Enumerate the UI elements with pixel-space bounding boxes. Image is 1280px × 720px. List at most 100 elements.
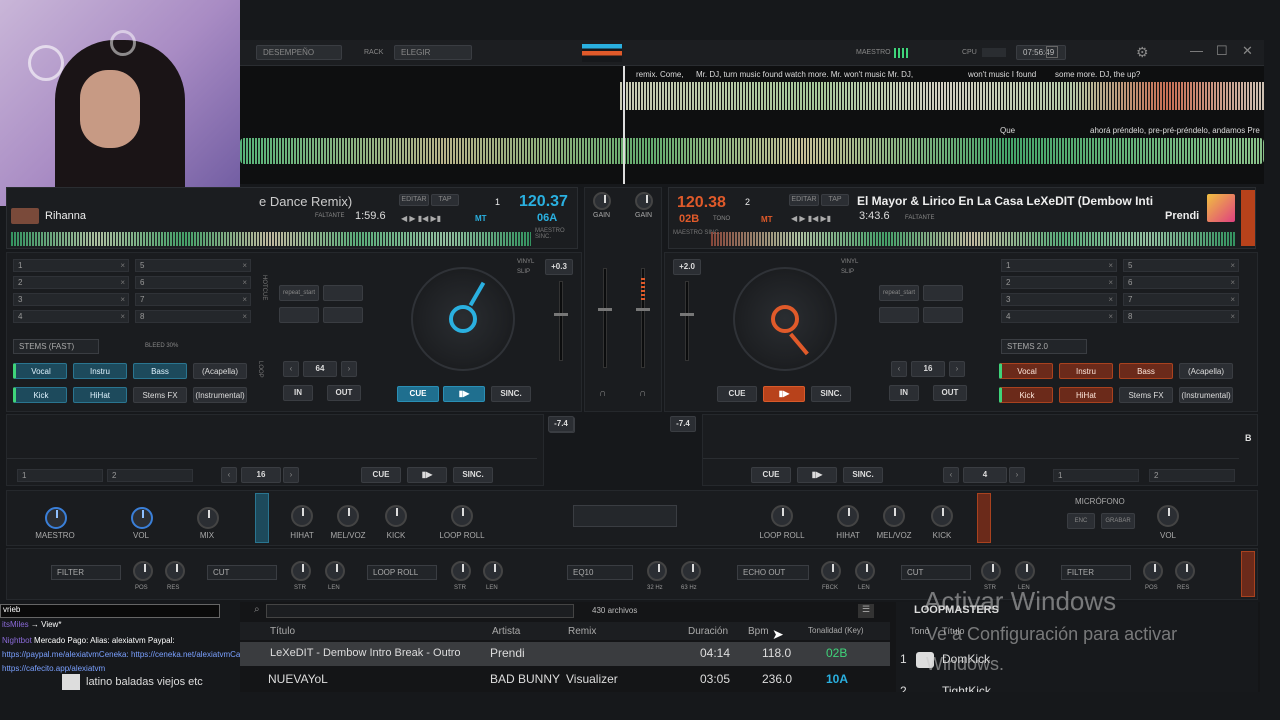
- stem-button[interactable]: Vocal: [999, 363, 1053, 379]
- enc-button[interactable]: ENC: [1067, 513, 1095, 529]
- stem-button[interactable]: HiHat: [1059, 387, 1113, 403]
- fx-left-1-dropdown[interactable]: FILTER: [51, 565, 121, 580]
- hotcue-slot[interactable]: 3 ×: [1001, 293, 1117, 306]
- fx-left-2-dropdown[interactable]: CUT: [207, 565, 277, 580]
- close-icon[interactable]: ×: [120, 294, 125, 305]
- deck2-jog-wheel[interactable]: [733, 267, 837, 371]
- col-title[interactable]: Título: [270, 626, 295, 637]
- deck1-overview-waveform[interactable]: [11, 232, 531, 246]
- hotcue-slot[interactable]: 8 ×: [135, 310, 251, 323]
- hotcue-slot[interactable]: 3 ×: [13, 293, 129, 306]
- maximize-icon[interactable]: ☐: [1216, 43, 1228, 59]
- performance-dropdown[interactable]: DESEMPEÑO: [256, 45, 342, 60]
- col-bpm[interactable]: Bpm: [748, 626, 769, 637]
- res-left-knob[interactable]: [165, 561, 185, 581]
- deck1-slip[interactable]: SLIP: [517, 269, 530, 275]
- stem-button[interactable]: Stems FX: [133, 387, 187, 403]
- deck2-loop-size[interactable]: 16: [911, 361, 945, 377]
- len-left-knob[interactable]: [325, 561, 345, 581]
- deck1-tap-button[interactable]: TAP: [431, 194, 459, 206]
- stem-button[interactable]: Instru: [73, 363, 127, 379]
- col-key[interactable]: Tonalidad (Key): [808, 626, 864, 635]
- stem-button[interactable]: HiHat: [73, 387, 127, 403]
- lower-left-play-button[interactable]: ▮▶: [407, 467, 447, 483]
- melvoz-left-knob[interactable]: [337, 505, 359, 527]
- hotcue-slot[interactable]: 2 ×: [1001, 276, 1117, 289]
- deck1-loop-next[interactable]: ›: [341, 361, 357, 377]
- lower-left-cue[interactable]: 2: [107, 469, 193, 482]
- deck2-loop-next[interactable]: ›: [949, 361, 965, 377]
- deck1-pad[interactable]: [279, 307, 319, 323]
- fx-right-3-dropdown[interactable]: FILTER: [1061, 565, 1131, 580]
- close-icon[interactable]: ×: [120, 260, 125, 271]
- close-icon[interactable]: ×: [1230, 311, 1235, 322]
- table-row[interactable]: NUEVAYoL BAD BUNNY Visualizer 03:05 236.…: [240, 668, 890, 690]
- deck2-edit-button[interactable]: EDITAR: [789, 194, 819, 206]
- deck2-play-button[interactable]: ▮▶: [763, 386, 805, 402]
- deck1-pad[interactable]: [323, 285, 363, 301]
- deck1-out-button[interactable]: OUT: [327, 385, 361, 401]
- str-right-knob[interactable]: [981, 561, 1001, 581]
- hotcue-slot[interactable]: 1 ×: [1001, 259, 1117, 272]
- lower-left-sync-button[interactable]: SINC.: [453, 467, 493, 483]
- deck2-loop-prev[interactable]: ‹: [891, 361, 907, 377]
- lower-left-loop-prev[interactable]: ‹: [221, 467, 237, 483]
- deck2-overview-waveform[interactable]: [711, 232, 1235, 246]
- loop-roll-right-knob[interactable]: [771, 505, 793, 527]
- search-input[interactable]: [266, 604, 574, 618]
- fbck-right-knob[interactable]: [821, 561, 841, 581]
- stem-button[interactable]: (Instrumental): [1179, 387, 1233, 403]
- hotcue-slot[interactable]: 4 ×: [1001, 310, 1117, 323]
- deck2-slip[interactable]: SLIP: [841, 269, 854, 275]
- table-row[interactable]: LeXeDIT - Dembow Intro Break - Outro Pre…: [240, 642, 890, 666]
- melvoz-right-knob[interactable]: [883, 505, 905, 527]
- lower-right-play-button[interactable]: ▮▶: [797, 467, 837, 483]
- deck1-pitch-fader[interactable]: [554, 281, 568, 361]
- mix-knob[interactable]: [197, 507, 219, 529]
- deck1-master-sync[interactable]: MAESTRO SINC.: [535, 228, 577, 240]
- len-right-knob[interactable]: [855, 561, 875, 581]
- deck-layout-icon[interactable]: [582, 44, 622, 62]
- deck1-jog-wheel[interactable]: [411, 267, 515, 371]
- rack-dropdown[interactable]: ELEGIR: [394, 45, 472, 60]
- eq10-dropdown[interactable]: EQ10: [567, 565, 633, 580]
- lower-left-cue-button[interactable]: CUE: [361, 467, 401, 483]
- deck1-loop-prev[interactable]: ‹: [283, 361, 299, 377]
- close-icon[interactable]: ✕: [1242, 43, 1253, 59]
- stem-button[interactable]: Kick: [999, 387, 1053, 403]
- deck2-pad[interactable]: [923, 307, 963, 323]
- deck2-pad[interactable]: [923, 285, 963, 301]
- deck2-mt[interactable]: MT: [761, 215, 773, 224]
- res-right-knob[interactable]: [1175, 561, 1195, 581]
- deck1-mt[interactable]: MT: [475, 214, 487, 223]
- deck2-vinyl[interactable]: VINYL: [841, 259, 858, 265]
- lower-left-loop-size[interactable]: 16: [241, 467, 281, 483]
- lower-right-loop-next[interactable]: ›: [1009, 467, 1025, 483]
- deck1-cue-button[interactable]: CUE: [397, 386, 439, 402]
- lower-right-cue[interactable]: 1: [1053, 469, 1139, 482]
- minimize-icon[interactable]: —: [1190, 43, 1203, 58]
- stem-button[interactable]: (Instrumental): [193, 387, 247, 403]
- fx-left-3-dropdown[interactable]: LOOP ROLL: [367, 565, 437, 580]
- chat-header-input[interactable]: vrieb: [0, 604, 220, 618]
- deck2-pad[interactable]: [879, 307, 919, 323]
- deck2-in-button[interactable]: IN: [889, 385, 919, 401]
- crossfader[interactable]: [573, 505, 677, 527]
- lower-left-loop-next[interactable]: ›: [283, 467, 299, 483]
- hihat-right-knob[interactable]: [837, 505, 859, 527]
- kick-left-knob[interactable]: [385, 505, 407, 527]
- hotcue-slot[interactable]: 7 ×: [1123, 293, 1239, 306]
- gain-right-knob[interactable]: [635, 192, 653, 210]
- chat-link[interactable]: https://cafecito.app/alexiatvm: [2, 664, 105, 673]
- fx-right-1-dropdown[interactable]: ECHO OUT: [737, 565, 809, 580]
- close-icon[interactable]: ×: [242, 277, 247, 288]
- eq-32hz-knob[interactable]: [647, 561, 667, 581]
- close-icon[interactable]: ×: [1108, 260, 1113, 271]
- col-remix[interactable]: Remix: [568, 626, 596, 637]
- lower-right-cue[interactable]: 2: [1149, 469, 1235, 482]
- rhythm-waveform-area[interactable]: remix. Come, Mr. DJ, turn music found wa…: [240, 66, 1264, 184]
- close-icon[interactable]: ×: [1108, 277, 1113, 288]
- lower-right-sync-button[interactable]: SINC.: [843, 467, 883, 483]
- close-icon[interactable]: ×: [242, 311, 247, 322]
- col-duration[interactable]: Duración: [688, 626, 728, 637]
